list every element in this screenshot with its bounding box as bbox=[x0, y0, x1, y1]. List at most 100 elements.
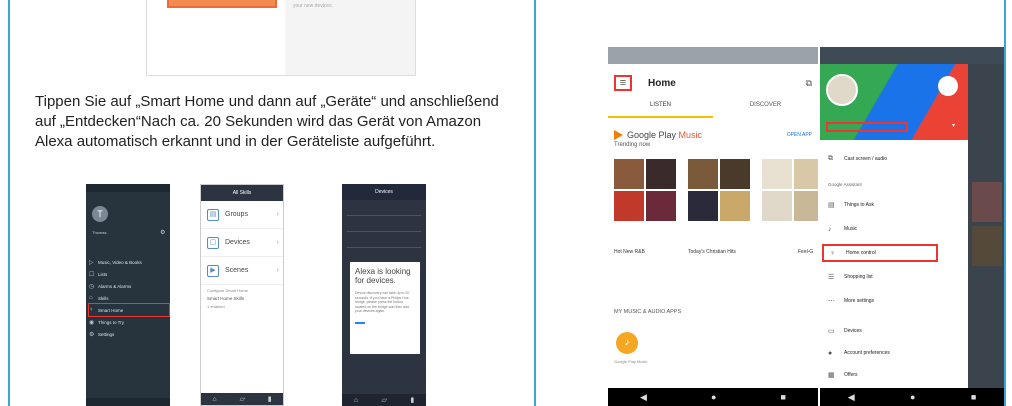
screen-header: All Skills bbox=[201, 185, 283, 201]
home-icon[interactable]: ● bbox=[711, 392, 716, 402]
skills-icon: ⌂ bbox=[89, 295, 93, 301]
top-screenshot-panel-right bbox=[287, 0, 415, 75]
tab-bar: LISTEN DISCOVER bbox=[608, 102, 818, 118]
devices-nav-icon[interactable]: ▮ bbox=[410, 396, 414, 404]
dialog-title: Alexa is looking for devices. bbox=[355, 267, 411, 285]
alexa-discovery-screenshot: Devices Alexa is looking for devices. De… bbox=[342, 184, 426, 406]
drawer-item-more-settings[interactable]: ⋯ More settings bbox=[820, 292, 968, 310]
scenes-row[interactable]: ▶ Scenes › bbox=[201, 257, 283, 285]
list-icon: ☐ bbox=[89, 271, 95, 278]
drawer-header: ▾ bbox=[820, 64, 968, 140]
chat-icon[interactable]: ▱ bbox=[381, 396, 386, 404]
clock-icon: ◷ bbox=[89, 283, 95, 290]
chat-icon[interactable]: ▱ bbox=[239, 395, 244, 403]
menu-item-label: Alarms & Alarms bbox=[98, 283, 132, 289]
album-cover[interactable] bbox=[646, 159, 676, 189]
menu-item-smart-home[interactable]: ♀ Smart Home bbox=[88, 303, 170, 317]
my-music-section-label: MY MUSIC & AUDIO APPS bbox=[614, 309, 682, 315]
tab-discover[interactable]: DISCOVER bbox=[713, 102, 818, 118]
google-play-music-icon bbox=[614, 130, 623, 140]
album-cover[interactable] bbox=[762, 191, 792, 221]
menu-item-settings[interactable]: ⚙ Settings bbox=[89, 328, 169, 340]
menu-item-music[interactable]: ▷ Music, Video & Books bbox=[89, 256, 169, 268]
drawer-item-things-to-ask[interactable]: ▤ Things to Ask bbox=[820, 196, 968, 214]
chevron-right-icon: › bbox=[276, 211, 279, 218]
gear-icon: ⚙ bbox=[89, 331, 95, 338]
chevron-right-icon: › bbox=[276, 239, 279, 246]
drawer-item-devices[interactable]: ▭ Devices bbox=[820, 322, 968, 340]
bottom-bar bbox=[86, 398, 170, 406]
menu-item-label: Skills bbox=[98, 295, 109, 301]
google-home-screenshot: ≡ Home ⧉ LISTEN DISCOVER Google Play Mus… bbox=[608, 47, 818, 406]
album-cover[interactable] bbox=[720, 191, 750, 221]
android-nav-bar: ◀ ● ■ bbox=[608, 388, 818, 406]
scenes-icon: ▶ bbox=[207, 264, 219, 277]
groups-row[interactable]: ▤ Groups › bbox=[201, 201, 283, 229]
drawer-item-label: More settings bbox=[844, 298, 875, 304]
background-cover bbox=[972, 182, 1002, 222]
bulb-icon: ♀ bbox=[89, 307, 94, 313]
home-icon[interactable]: ⌂ bbox=[354, 397, 358, 404]
back-icon[interactable]: ◀ bbox=[640, 392, 647, 403]
menu-item-things-to-try[interactable]: ◉ Things to Try bbox=[89, 316, 169, 328]
album-cover[interactable] bbox=[614, 191, 644, 221]
drawer-item-offers[interactable]: ▦ Offers bbox=[820, 366, 968, 384]
album-cover[interactable] bbox=[794, 159, 818, 189]
playlist-label: Today's Christian Hits bbox=[688, 249, 736, 255]
drawer-item-label: Offers bbox=[844, 372, 858, 378]
playlist-covers bbox=[614, 159, 818, 244]
menu-item-alarms[interactable]: ◷ Alarms & Alarms bbox=[89, 280, 169, 292]
top-screenshot-panel-left bbox=[147, 0, 285, 75]
google-play-music-app-icon[interactable]: ♪ bbox=[616, 332, 638, 354]
home-icon[interactable]: ● bbox=[910, 392, 915, 402]
row-label: Scenes bbox=[225, 267, 249, 274]
open-app-link[interactable]: OPEN APP bbox=[787, 132, 812, 138]
menu-item-skills[interactable]: ⌂ Skills bbox=[89, 292, 169, 304]
account-icon: ● bbox=[828, 349, 833, 357]
playlist-label: Hot New R&B bbox=[614, 249, 645, 255]
row-label: Groups bbox=[225, 211, 248, 218]
play-icon: ▷ bbox=[89, 259, 94, 266]
background-content bbox=[968, 64, 1004, 388]
secondary-avatar[interactable] bbox=[938, 76, 958, 96]
gpm-music: Music bbox=[678, 130, 703, 140]
menu-item-label: Lists bbox=[98, 271, 108, 277]
bottom-nav: ⌂ ▱ ▮ bbox=[342, 394, 426, 406]
background-cover bbox=[972, 226, 1002, 266]
cast-icon[interactable]: ⧉ bbox=[806, 78, 812, 89]
home-icon[interactable]: ⌂ bbox=[212, 396, 216, 403]
album-cover[interactable] bbox=[720, 159, 750, 189]
devices-row[interactable]: ▢ Devices › bbox=[201, 229, 283, 257]
album-cover[interactable] bbox=[688, 191, 718, 221]
discovery-dialog: Alexa is looking for devices. Device dis… bbox=[350, 262, 420, 354]
smart-home-skills-label[interactable]: Smart Home Skills bbox=[201, 296, 283, 301]
album-cover[interactable] bbox=[614, 159, 644, 189]
recents-icon[interactable]: ■ bbox=[781, 392, 786, 402]
hamburger-menu-icon[interactable]: ≡ bbox=[614, 75, 632, 91]
screen-header: Devices bbox=[342, 184, 426, 200]
alexa-menu-screenshot: T Thomas ⚙ ▷ Music, Video & Books ☐ Lists … bbox=[86, 184, 170, 406]
drawer-item-shopping-list[interactable]: ☰ Shopping list bbox=[820, 268, 968, 286]
cast-icon: ⧉ bbox=[828, 155, 833, 162]
tab-listen[interactable]: LISTEN bbox=[608, 102, 713, 118]
album-cover[interactable] bbox=[762, 159, 792, 189]
app-header: ≡ Home ⧉ bbox=[608, 64, 818, 102]
chevron-down-icon[interactable]: ▾ bbox=[952, 122, 955, 129]
drawer-item-music[interactable]: ♪ Music bbox=[820, 220, 968, 238]
album-cover[interactable] bbox=[688, 159, 718, 189]
back-icon[interactable]: ◀ bbox=[848, 392, 855, 403]
drawer-item-label: Things to Ask bbox=[844, 202, 875, 208]
album-cover[interactable] bbox=[646, 191, 676, 221]
album-cover[interactable] bbox=[794, 191, 818, 221]
avatar[interactable] bbox=[826, 74, 858, 106]
top-screenshot: your new devices. bbox=[146, 0, 416, 76]
recents-icon[interactable]: ■ bbox=[971, 392, 976, 402]
drawer-item-cast[interactable]: ⧉ Cast screen / audio bbox=[820, 150, 968, 168]
drawer-item-account-preferences[interactable]: ● Account preferences bbox=[820, 344, 968, 362]
account-switcher-highlight[interactable] bbox=[826, 122, 908, 132]
background-row bbox=[347, 218, 421, 232]
devices-nav-icon[interactable]: ▮ bbox=[268, 395, 272, 403]
drawer-item-home-control[interactable]: ♀ Home control bbox=[822, 244, 938, 262]
menu-item-label: Settings bbox=[98, 331, 115, 337]
menu-item-lists[interactable]: ☐ Lists bbox=[89, 268, 169, 280]
